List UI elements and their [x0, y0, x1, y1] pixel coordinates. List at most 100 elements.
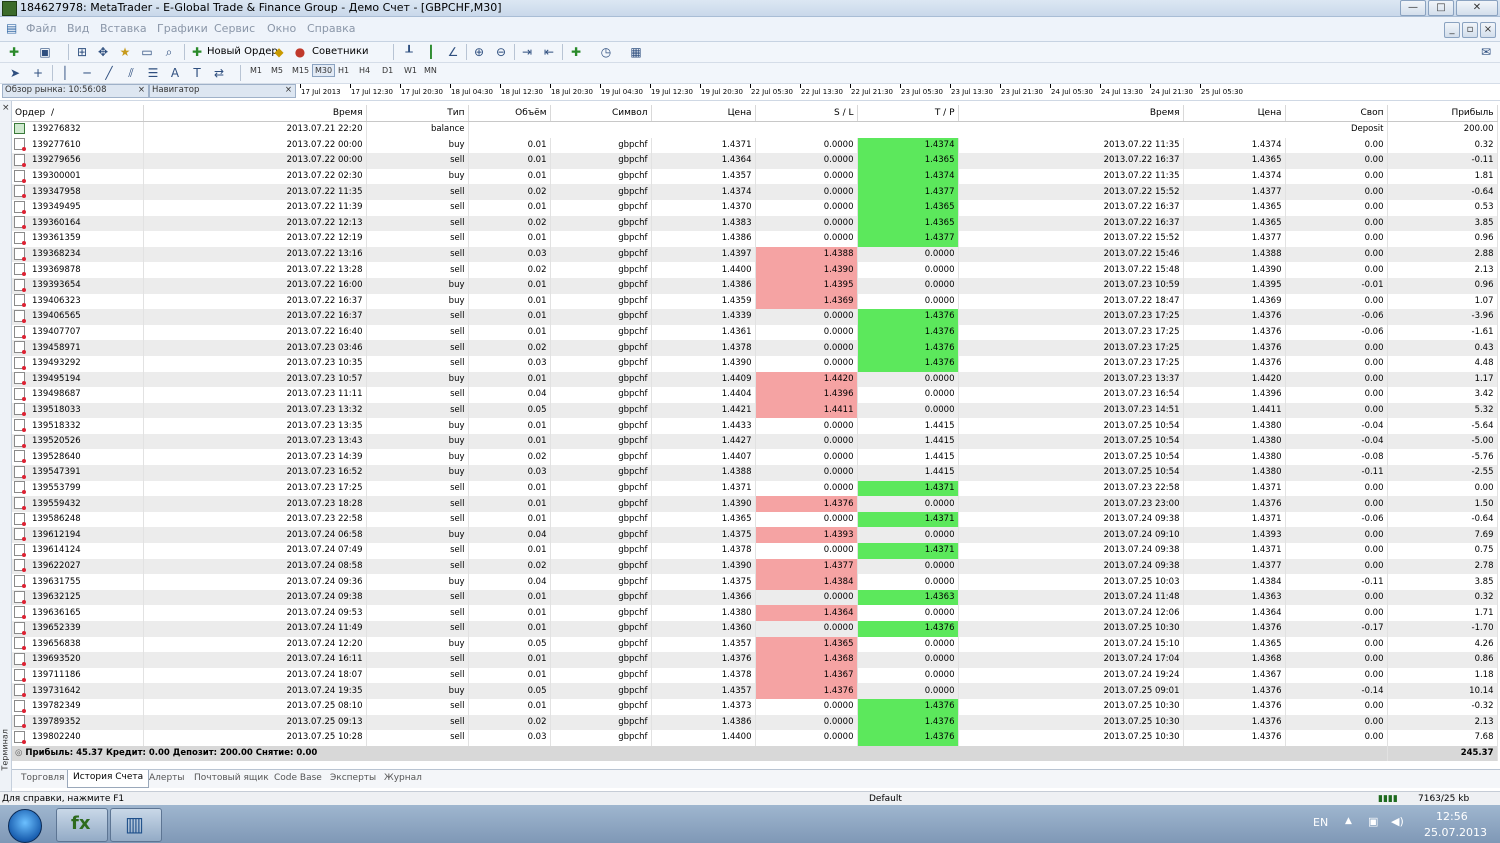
table-row[interactable]: 139406323 2013.07.22 16:37 buy 0.01 gbpchf 1.… [12, 293, 1498, 310]
table-row[interactable]: 139802240 2013.07.25 10:28 sell 0.03 gbpchf 1… [12, 730, 1498, 746]
metatrader-taskbar-icon[interactable]: fx [56, 808, 108, 842]
data-window-icon[interactable]: ✥ [95, 44, 111, 60]
table-row[interactable]: 139622027 2013.07.24 08:58 sell 0.02 gbpchf 1… [12, 558, 1498, 575]
book-taskbar-icon[interactable]: ▥ [110, 808, 162, 842]
table-row[interactable]: 139493292 2013.07.23 10:35 sell 0.03 gbpchf 1… [12, 355, 1498, 372]
table-row[interactable]: 139553799 2013.07.23 17:25 sell 0.01 gbpchf 1… [12, 480, 1498, 497]
tf-w1[interactable]: W1 [404, 66, 417, 75]
tab-experts[interactable]: Эксперты [330, 773, 376, 783]
tf-d1[interactable]: D1 [382, 66, 393, 75]
col-close-price[interactable]: Цена [1183, 105, 1286, 122]
tab-trade[interactable]: Торговля [21, 773, 64, 783]
start-button[interactable] [8, 809, 42, 843]
terminal-icon[interactable]: ▭ [139, 44, 155, 60]
col-volume[interactable]: Объём [468, 105, 551, 122]
profiles-icon[interactable]: ▣ [37, 44, 53, 60]
table-row[interactable]: 139347958 2013.07.22 11:35 sell 0.02 gbpchf 1… [12, 184, 1498, 200]
tab-account-history[interactable]: История Счета [67, 770, 150, 788]
tab-mailbox[interactable]: Почтовый ящик [194, 773, 269, 783]
table-row[interactable]: 139693520 2013.07.24 16:11 sell 0.01 gbpchf 1… [12, 652, 1498, 668]
table-row[interactable]: 139614124 2013.07.24 07:49 sell 0.01 gbpchf 1… [12, 543, 1498, 559]
col-order[interactable]: Ордер / [12, 105, 144, 122]
tf-mn[interactable]: MN [424, 66, 437, 75]
tab-code-base[interactable]: Code Base [274, 773, 322, 783]
market-watch-panel-header[interactable]: Обзор рынка: 10:56:08 × [2, 84, 149, 98]
table-row[interactable]: 139369878 2013.07.22 13:28 sell 0.02 gbpchf 1… [12, 262, 1498, 278]
table-row[interactable]: 139547391 2013.07.23 16:52 buy 0.03 gbpchf 1.… [12, 465, 1498, 481]
table-row[interactable]: 139498687 2013.07.23 11:11 sell 0.04 gbpchf 1… [12, 387, 1498, 403]
menu-file[interactable]: Файл [26, 22, 56, 35]
table-row[interactable]: 139612194 2013.07.24 06:58 buy 0.04 gbpchf 1.… [12, 527, 1498, 544]
profile-name[interactable]: Default [869, 794, 902, 804]
table-row[interactable]: 139279656 2013.07.22 00:00 sell 0.01 gbpchf 1… [12, 153, 1498, 169]
table-row[interactable]: 139782349 2013.07.25 08:10 sell 0.01 gbpchf 1… [12, 698, 1498, 715]
close-button[interactable]: ✕ [1456, 0, 1498, 16]
strategy-tester-icon[interactable]: ⌕ [161, 44, 177, 60]
table-row[interactable]: 139528640 2013.07.23 14:39 buy 0.02 gbpchf 1.… [12, 449, 1498, 466]
table-row[interactable]: 139277610 2013.07.22 00:00 buy 0.01 gbpchf 1.… [12, 137, 1498, 154]
chat-icon[interactable]: ✉ [1478, 44, 1494, 60]
menu-window[interactable]: Окно [267, 22, 296, 35]
market-watch-icon[interactable]: ⊞ [74, 44, 90, 60]
candlestick-icon[interactable]: ┃ [423, 44, 439, 60]
table-row[interactable]: 139559432 2013.07.23 18:28 sell 0.01 gbpchf 1… [12, 496, 1498, 512]
table-row[interactable]: 139360164 2013.07.22 12:13 sell 0.02 gbpchf 1… [12, 215, 1498, 232]
col-sl[interactable]: S / L [755, 105, 858, 122]
metaeditor-icon[interactable]: ◆ [271, 44, 287, 60]
table-row[interactable]: 139300001 2013.07.22 02:30 buy 0.01 gbpchf 1.… [12, 168, 1498, 185]
table-row[interactable]: 139636165 2013.07.24 09:53 sell 0.01 gbpchf 1… [12, 605, 1498, 621]
text-icon[interactable]: A [167, 65, 183, 81]
language-indicator[interactable]: EN [1313, 816, 1328, 829]
indicators-icon[interactable]: ✚ [568, 44, 584, 60]
col-open-price[interactable]: Цена [651, 105, 756, 122]
close-icon[interactable]: × [138, 85, 145, 96]
tab-alerts[interactable]: Алерты [149, 773, 185, 783]
clock-time[interactable]: 12:56 [1436, 810, 1468, 823]
close-icon[interactable]: × [285, 85, 292, 96]
table-row[interactable]: 139361359 2013.07.22 12:19 sell 0.01 gbpchf 1… [12, 231, 1498, 247]
tf-m15[interactable]: M15 [292, 66, 309, 75]
table-row[interactable]: 139368234 2013.07.22 13:16 sell 0.03 gbpchf 1… [12, 246, 1498, 263]
volume-icon[interactable]: ◀) [1391, 815, 1404, 828]
arrows-icon[interactable]: ⇄ [211, 65, 227, 81]
tf-m1[interactable]: M1 [250, 66, 262, 75]
mdi-restore-button[interactable]: ▫ [1462, 22, 1478, 38]
col-tp[interactable]: T / P [857, 105, 959, 122]
table-row[interactable]: 139518033 2013.07.23 13:32 sell 0.05 gbpchf 1… [12, 402, 1498, 419]
tf-h1[interactable]: H1 [338, 66, 349, 75]
menu-tools[interactable]: Сервис [214, 22, 255, 35]
navigator-panel-header[interactable]: Навигатор × [149, 84, 296, 98]
label-icon[interactable]: T [189, 65, 205, 81]
maximize-button[interactable]: □ [1428, 0, 1454, 16]
col-close-time[interactable]: Время [958, 105, 1184, 122]
network-icon[interactable]: ▣ [1368, 815, 1378, 828]
new-chart-icon[interactable]: ✚ [6, 44, 22, 60]
zoom-in-icon[interactable]: ⊕ [471, 44, 487, 60]
table-row[interactable]: 139520526 2013.07.23 13:43 buy 0.01 gbpchf 1.… [12, 433, 1498, 450]
table-row[interactable]: 139586248 2013.07.23 22:58 sell 0.01 gbpchf 1… [12, 511, 1498, 528]
experts-button[interactable]: Советники [312, 46, 369, 57]
col-profit[interactable]: Прибыль [1387, 105, 1498, 122]
bar-chart-icon[interactable]: ┸ [401, 44, 417, 60]
chevron-up-icon[interactable]: ▲ [1345, 816, 1352, 826]
col-type[interactable]: Тип [366, 105, 469, 122]
table-row[interactable]: 139631755 2013.07.24 09:36 buy 0.04 gbpchf 1.… [12, 574, 1498, 590]
tf-m5[interactable]: M5 [271, 66, 283, 75]
new-order-icon[interactable]: ✚ [189, 44, 205, 60]
menu-charts[interactable]: Графики [157, 22, 208, 35]
clock-date[interactable]: 25.07.2013 [1424, 826, 1487, 839]
trendline-icon[interactable]: ╱ [101, 65, 117, 81]
navigator-icon[interactable]: ★ [117, 44, 133, 60]
experts-icon[interactable]: ● [292, 44, 308, 60]
menu-help[interactable]: Справка [307, 22, 355, 35]
col-open-time[interactable]: Время [143, 105, 367, 122]
col-symbol[interactable]: Символ [550, 105, 652, 122]
new-order-button[interactable]: Новый Ордер [207, 46, 278, 57]
line-chart-icon[interactable]: ∠ [445, 44, 461, 60]
table-row[interactable]: 139652339 2013.07.24 11:49 sell 0.01 gbpchf 1… [12, 621, 1498, 637]
autoscroll-icon[interactable]: ⇥ [519, 44, 535, 60]
table-row[interactable]: 139495194 2013.07.23 10:57 buy 0.01 gbpchf 1.… [12, 371, 1498, 388]
table-row[interactable]: 139458971 2013.07.23 03:46 sell 0.02 gbpchf 1… [12, 340, 1498, 356]
balance-row[interactable]: 139276832 2013.07.21 22:20 balance Depos… [12, 121, 1498, 138]
tab-journal[interactable]: Журнал [384, 773, 422, 783]
